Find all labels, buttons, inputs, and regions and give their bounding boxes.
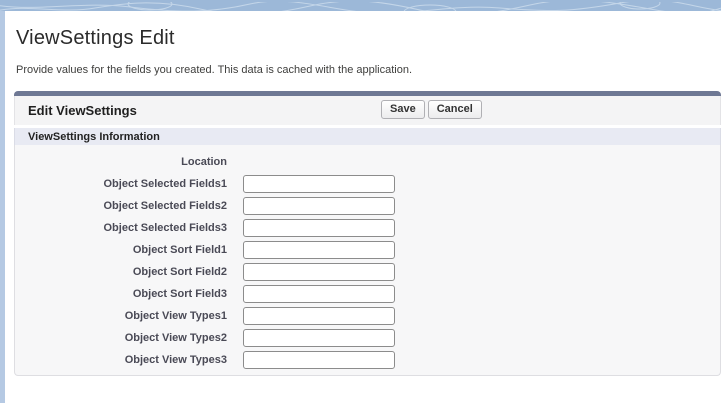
- field-label: Object Sort Field2: [15, 266, 227, 278]
- page-title: ViewSettings Edit: [16, 27, 721, 50]
- field-label: Location: [15, 156, 227, 168]
- field-label: Object Sort Field3: [15, 288, 227, 300]
- field-input[interactable]: [243, 307, 395, 325]
- cancel-button[interactable]: Cancel: [428, 100, 482, 119]
- section-subheader-title: ViewSettings Information: [28, 131, 160, 143]
- save-button[interactable]: Save: [381, 100, 425, 119]
- field-input[interactable]: [243, 351, 395, 369]
- field-input[interactable]: [243, 263, 395, 281]
- section-header-title: Edit ViewSettings: [28, 103, 137, 118]
- form-row: Object Selected Fields3: [15, 217, 720, 239]
- field-input[interactable]: [243, 175, 395, 193]
- left-border-strip: [0, 11, 5, 403]
- form-row: Object Sort Field3: [15, 283, 720, 305]
- form-row: Location: [15, 151, 720, 173]
- page-subtitle: Provide values for the fields you create…: [16, 64, 721, 76]
- field-label: Object Selected Fields2: [15, 200, 227, 212]
- section-subheader: ViewSettings Information: [14, 128, 721, 145]
- top-banner: [0, 0, 721, 11]
- form-row: Object View Types2: [15, 327, 720, 349]
- section-header: Edit ViewSettings Save Cancel: [14, 96, 721, 125]
- field-label: Object Selected Fields1: [15, 178, 227, 190]
- form-row: Object View Types3: [15, 349, 720, 371]
- field-input[interactable]: [243, 285, 395, 303]
- form-row: Object Sort Field1: [15, 239, 720, 261]
- field-input[interactable]: [243, 241, 395, 259]
- button-row: Save Cancel: [381, 100, 482, 119]
- form-row: Object Selected Fields2: [15, 195, 720, 217]
- edit-section: Edit ViewSettings Save Cancel ViewSettin…: [14, 91, 721, 376]
- form-body: Location Object Selected Fields1 Object …: [14, 145, 721, 376]
- content-panel: ViewSettings Edit Provide values for the…: [6, 11, 721, 410]
- form-row: Object View Types1: [15, 305, 720, 327]
- field-input[interactable]: [243, 329, 395, 347]
- field-label: Object Sort Field1: [15, 244, 227, 256]
- field-label: Object Selected Fields3: [15, 222, 227, 234]
- form-row: Object Sort Field2: [15, 261, 720, 283]
- field-input[interactable]: [243, 197, 395, 215]
- field-label: Object View Types2: [15, 332, 227, 344]
- field-label: Object View Types3: [15, 354, 227, 366]
- field-input[interactable]: [243, 219, 395, 237]
- field-label: Object View Types1: [15, 310, 227, 322]
- form-row: Object Selected Fields1: [15, 173, 720, 195]
- banner-swirl-pattern: [0, 2, 721, 11]
